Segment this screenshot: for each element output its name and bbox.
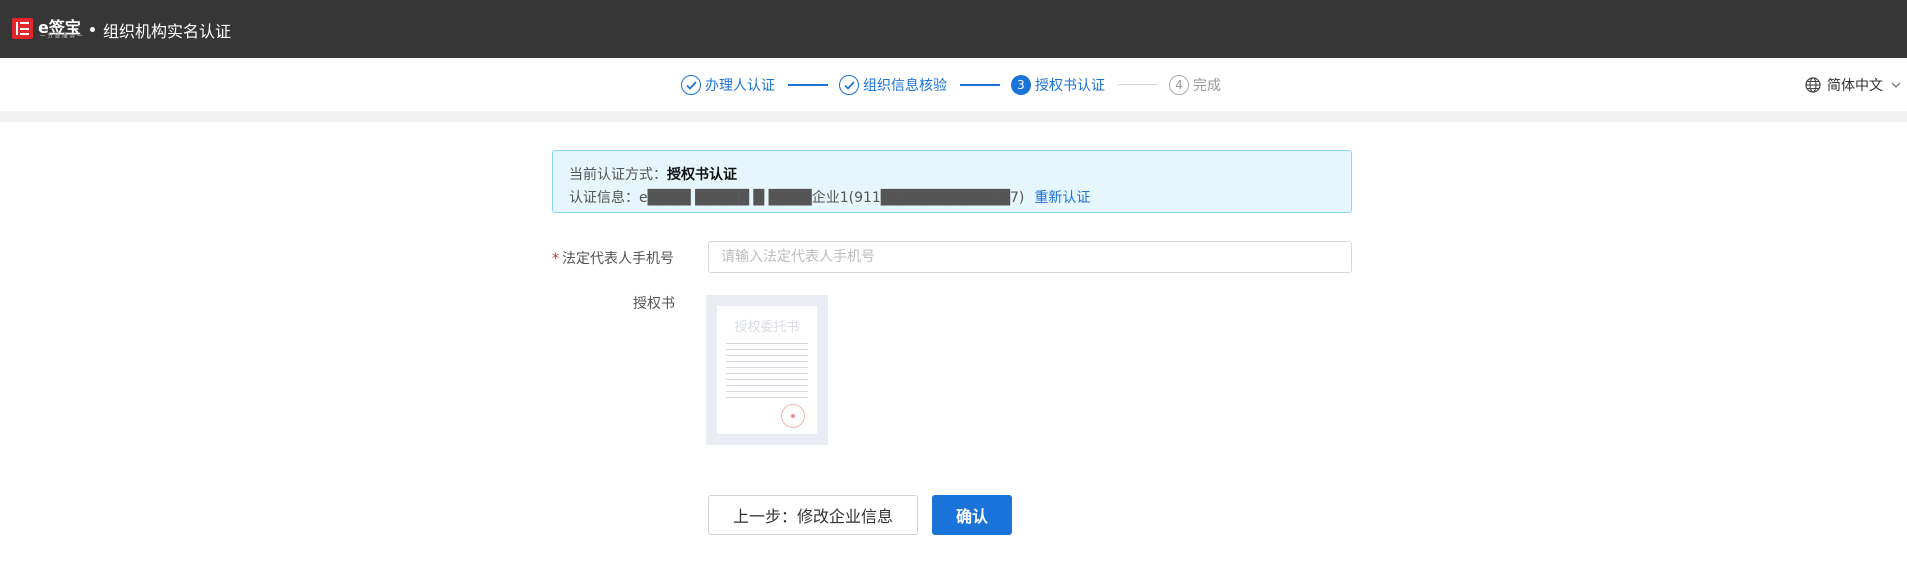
auth-letter-label: 授权书 (633, 296, 675, 312)
chevron-down-icon (1891, 82, 1901, 88)
info-prefix: 认证信息： (569, 190, 639, 206)
step-label: 组织信息核验 (863, 78, 947, 94)
required-mark: * (552, 251, 559, 267)
language-switcher[interactable]: 简体中文 (1805, 75, 1901, 95)
check-circle-icon (839, 75, 859, 95)
document-line (726, 355, 808, 356)
authorization-letter-thumbnail[interactable]: 授权委托书 (706, 295, 828, 445)
step-complete: 4 完成 (1169, 74, 1221, 96)
document-line (726, 343, 808, 344)
current-method-notice: 当前认证方式：授权书认证 认证信息：e████ █████ █ ████企业1(… (552, 150, 1352, 213)
step-connector (960, 84, 1000, 86)
document-line (726, 373, 808, 374)
document-title: 授权委托书 (734, 320, 800, 335)
step-number-badge: 4 (1169, 75, 1189, 95)
confirm-button[interactable]: 确认 (932, 495, 1012, 535)
esign-logo-icon (12, 18, 33, 39)
method-prefix: 当前认证方式： (569, 167, 667, 183)
reverify-link[interactable]: 重新认证 (1034, 190, 1090, 206)
check-circle-icon (681, 75, 701, 95)
document-line (726, 367, 808, 368)
logo-subtitle: 一 分 签 服 务 一 (40, 32, 83, 40)
document-line (726, 349, 808, 350)
steps-bar-divider (0, 111, 1907, 122)
steps-bar (0, 58, 1907, 111)
step-label: 授权书认证 (1035, 78, 1105, 94)
step-number-badge: 3 (1011, 75, 1031, 95)
previous-step-button[interactable]: 上一步：修改企业信息 (708, 495, 918, 535)
step-label: 完成 (1193, 78, 1221, 94)
step-connector (788, 84, 828, 86)
globe-icon (1805, 77, 1821, 93)
phone-label: * 法定代表人手机号 (552, 248, 674, 268)
document-line (726, 397, 808, 398)
document-line (726, 391, 808, 392)
info-value: e████ █████ █ ████企业1(911████████████7) (639, 190, 1025, 206)
document-line (726, 385, 808, 386)
method-value: 授权书认证 (667, 167, 737, 183)
step-connector (1118, 84, 1158, 85)
top-bar (0, 0, 1907, 58)
step-operator-verification: 办理人认证 (681, 74, 775, 96)
step-org-info-check: 组织信息核验 (839, 74, 947, 96)
document-preview: 授权委托书 (717, 306, 817, 434)
language-label: 简体中文 (1827, 78, 1883, 94)
seal-stamp-icon (781, 404, 805, 428)
document-line (726, 361, 808, 362)
auth-info-line: 认证信息：e████ █████ █ ████企业1(911██████████… (569, 187, 1090, 207)
step-label: 办理人认证 (705, 78, 775, 94)
method-line: 当前认证方式：授权书认证 (569, 164, 737, 184)
step-authorization: 3 授权书认证 (1011, 74, 1105, 96)
legal-rep-phone-input[interactable] (708, 241, 1352, 273)
page-title: 组织机构实名认证 (103, 22, 232, 41)
title-separator-dot (90, 27, 95, 32)
phone-label-text: 法定代表人手机号 (562, 251, 674, 267)
document-line (726, 379, 808, 380)
